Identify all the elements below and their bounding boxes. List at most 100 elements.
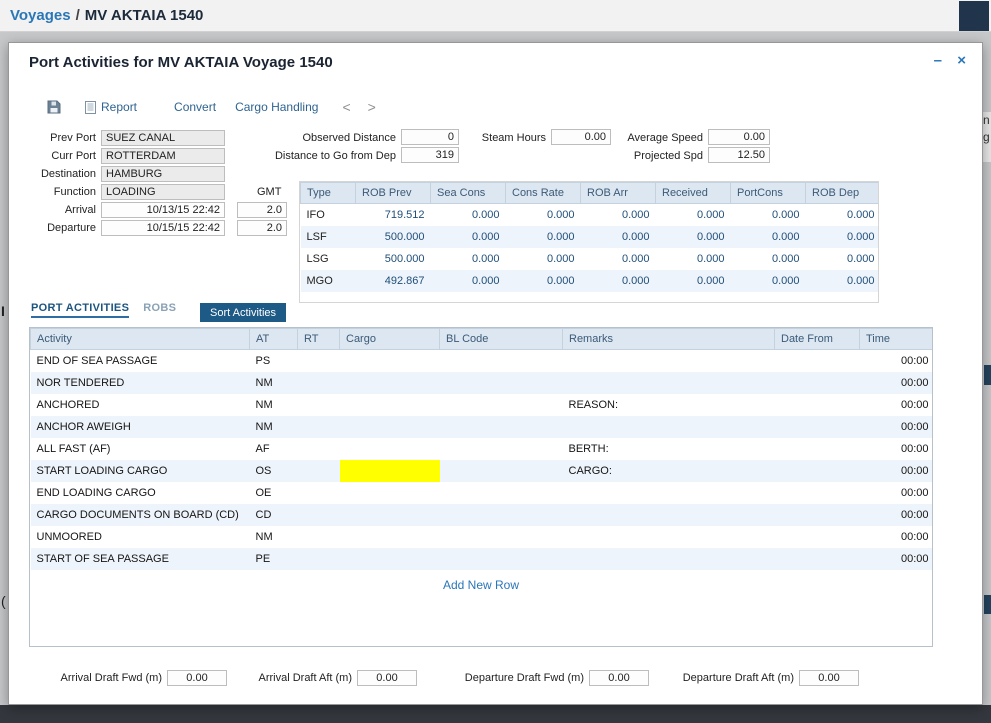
activity-cell[interactable] — [340, 372, 440, 394]
rob-cell[interactable]: 0.000 — [581, 204, 656, 226]
rob-cell[interactable]: 0.000 — [581, 226, 656, 248]
activity-cell[interactable] — [775, 372, 860, 394]
curr-port-field[interactable]: ROTTERDAM — [101, 148, 225, 164]
destination-field[interactable]: HAMBURG — [101, 166, 225, 182]
arrival-draft-fwd-field[interactable]: 0.00 — [167, 670, 227, 686]
departure-draft-aft-field[interactable]: 0.00 — [799, 670, 859, 686]
activity-cell[interactable] — [340, 394, 440, 416]
activity-cell[interactable] — [340, 482, 440, 504]
rob-cell[interactable]: 0.000 — [506, 226, 581, 248]
average-speed-field[interactable]: 0.00 — [708, 129, 770, 145]
activity-cell[interactable] — [340, 526, 440, 548]
activity-cell[interactable]: OS — [250, 460, 298, 482]
activity-cell[interactable]: 00:00 — [860, 394, 934, 416]
activity-cell[interactable]: END LOADING CARGO — [31, 482, 250, 504]
projected-speed-field[interactable]: 12.50 — [708, 147, 770, 163]
rob-cell[interactable]: 0.000 — [431, 248, 506, 270]
rob-cell[interactable]: 0.000 — [656, 204, 731, 226]
activity-cell[interactable]: REASON: — [563, 394, 775, 416]
rob-cell[interactable]: 0.000 — [431, 204, 506, 226]
tab-port-activities[interactable]: PORT ACTIVITIES — [31, 302, 129, 318]
activity-cell[interactable] — [563, 504, 775, 526]
rob-cell[interactable]: MGO — [301, 270, 356, 292]
activity-cell[interactable] — [340, 504, 440, 526]
rob-cell[interactable]: 0.000 — [806, 204, 880, 226]
sort-activities-button[interactable]: Sort Activities — [200, 303, 286, 322]
activity-cell[interactable]: UNMOORED — [31, 526, 250, 548]
activity-cell[interactable] — [440, 350, 563, 372]
activity-cell[interactable]: CARGO: — [563, 460, 775, 482]
activity-cell[interactable]: END OF SEA PASSAGE — [31, 350, 250, 372]
save-button[interactable] — [47, 100, 61, 114]
activity-cell[interactable]: CARGO DOCUMENTS ON BOARD (CD) — [31, 504, 250, 526]
distance-to-go-field[interactable]: 319 — [401, 147, 459, 163]
activity-cell[interactable] — [298, 372, 340, 394]
convert-button[interactable]: Convert — [174, 100, 216, 114]
activity-cell[interactable]: PE — [250, 548, 298, 570]
activity-cell[interactable] — [775, 460, 860, 482]
activity-cell[interactable] — [298, 460, 340, 482]
arrival-gmt-field[interactable]: 2.0 — [237, 202, 287, 218]
activity-cell[interactable] — [563, 482, 775, 504]
activity-cell[interactable]: 00:00 — [860, 548, 934, 570]
activity-cell[interactable] — [440, 394, 563, 416]
activity-cell[interactable] — [775, 416, 860, 438]
activity-cell[interactable]: ALL FAST (AF) — [31, 438, 250, 460]
rob-cell[interactable]: 0.000 — [806, 248, 880, 270]
activity-cell[interactable] — [775, 548, 860, 570]
rob-cell[interactable]: 0.000 — [431, 226, 506, 248]
activity-cell[interactable] — [440, 438, 563, 460]
minimize-button[interactable]: – — [934, 53, 942, 69]
activity-cell[interactable] — [563, 526, 775, 548]
rob-cell[interactable]: 0.000 — [581, 248, 656, 270]
rob-cell[interactable]: 0.000 — [431, 270, 506, 292]
activity-cell[interactable] — [440, 416, 563, 438]
rob-cell[interactable]: 500.000 — [356, 226, 431, 248]
activity-cell[interactable] — [340, 350, 440, 372]
activity-cell[interactable] — [298, 394, 340, 416]
activity-cell[interactable] — [563, 416, 775, 438]
arrival-draft-aft-field[interactable]: 0.00 — [357, 670, 417, 686]
rob-cell[interactable]: LSG — [301, 248, 356, 270]
activity-cell[interactable] — [298, 526, 340, 548]
activity-cell[interactable] — [563, 350, 775, 372]
activity-cell[interactable]: START LOADING CARGO — [31, 460, 250, 482]
activity-cell[interactable]: ANCHOR AWEIGH — [31, 416, 250, 438]
activity-cell[interactable] — [340, 416, 440, 438]
rob-cell[interactable]: 0.000 — [506, 248, 581, 270]
rob-cell[interactable]: 492.867 — [356, 270, 431, 292]
activity-cell[interactable] — [340, 438, 440, 460]
activity-cell[interactable] — [298, 416, 340, 438]
activity-cell[interactable] — [775, 504, 860, 526]
activity-cell[interactable]: 00:00 — [860, 526, 934, 548]
activity-cell[interactable] — [298, 482, 340, 504]
activity-cell[interactable] — [298, 438, 340, 460]
activity-cell[interactable]: BERTH: — [563, 438, 775, 460]
activity-cell[interactable] — [563, 372, 775, 394]
rob-cell[interactable]: 0.000 — [506, 270, 581, 292]
departure-field[interactable]: 10/15/15 22:42 — [101, 220, 225, 236]
function-field[interactable]: LOADING — [101, 184, 225, 200]
activity-cell[interactable] — [775, 482, 860, 504]
activity-cell[interactable] — [440, 526, 563, 548]
activity-cell[interactable]: 00:00 — [860, 350, 934, 372]
rob-cell[interactable]: 0.000 — [731, 204, 806, 226]
rob-cell[interactable]: 0.000 — [731, 270, 806, 292]
activity-cell[interactable] — [440, 460, 563, 482]
rob-cell[interactable]: 0.000 — [806, 226, 880, 248]
chevron-left-icon[interactable]: < — [342, 99, 350, 115]
activity-cell[interactable]: NM — [250, 526, 298, 548]
activity-cell[interactable]: PS — [250, 350, 298, 372]
activity-cell[interactable] — [775, 526, 860, 548]
app-menu-button[interactable] — [959, 1, 989, 31]
breadcrumb-voyages-link[interactable]: Voyages — [10, 7, 71, 24]
tab-robs[interactable]: ROBS — [143, 302, 176, 314]
activity-cell[interactable] — [775, 394, 860, 416]
activity-cell[interactable] — [775, 438, 860, 460]
activity-cell[interactable]: 00:00 — [860, 372, 934, 394]
activity-cell[interactable] — [775, 350, 860, 372]
chevron-right-icon[interactable]: > — [368, 99, 376, 115]
activity-cell[interactable] — [440, 482, 563, 504]
activity-cell[interactable]: 00:00 — [860, 438, 934, 460]
activity-cell[interactable] — [563, 548, 775, 570]
